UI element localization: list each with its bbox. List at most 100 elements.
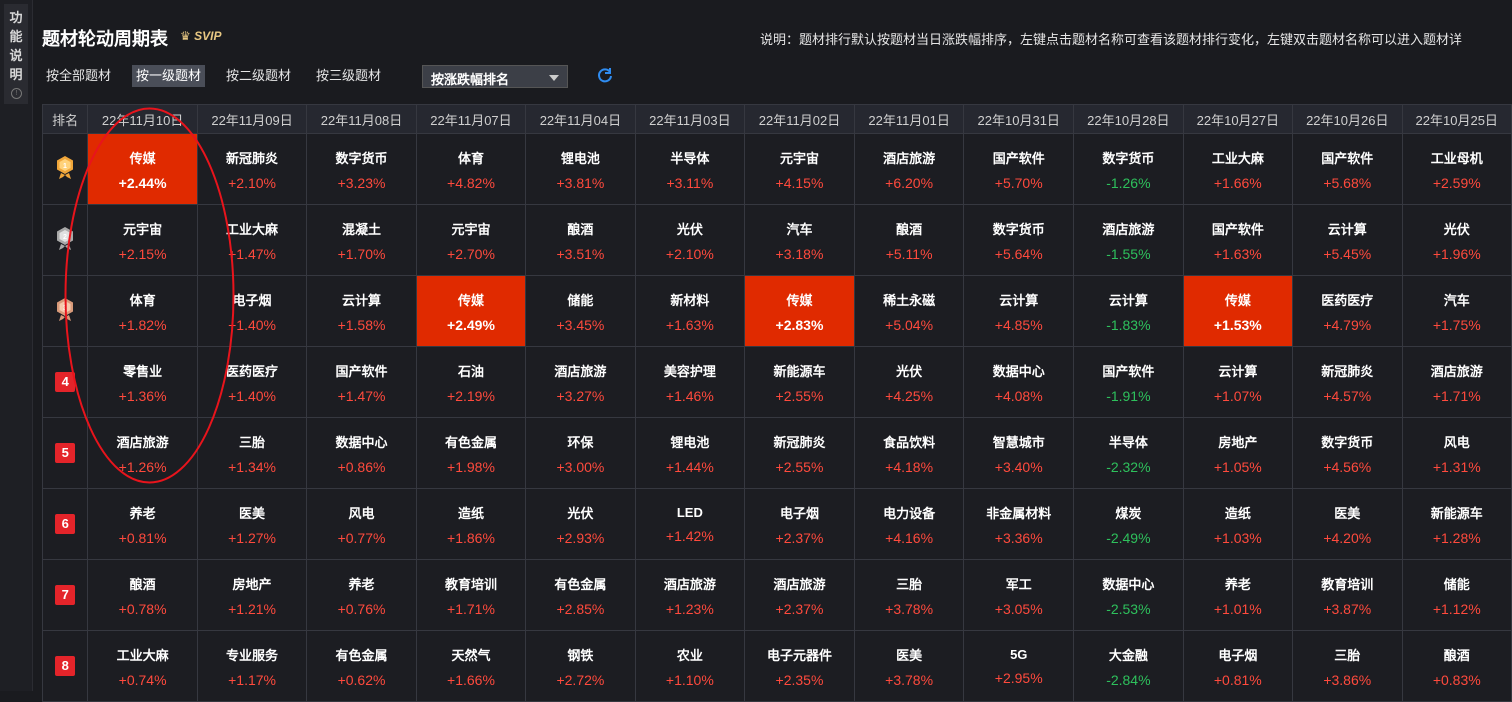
topic-name[interactable]: 医药医疗 <box>198 361 306 380</box>
topic-name[interactable]: 酿酒 <box>88 574 196 593</box>
topic-name[interactable]: 数字货币 <box>1074 148 1182 167</box>
topic-cell[interactable]: 煤炭 -2.49% <box>1073 488 1184 560</box>
topic-name[interactable]: 传媒 <box>417 290 525 309</box>
topic-cell[interactable]: 云计算 +5.45% <box>1292 204 1403 276</box>
topic-cell[interactable]: 元宇宙 +4.15% <box>744 133 855 205</box>
topic-name[interactable]: 酒店旅游 <box>1403 361 1512 380</box>
topic-name[interactable]: 酒店旅游 <box>526 361 634 380</box>
topic-cell[interactable]: 传媒 +2.83% <box>744 275 855 347</box>
topic-cell[interactable]: 元宇宙 +2.15% <box>87 204 198 276</box>
topic-cell[interactable]: 数据中心 +0.86% <box>306 417 417 489</box>
topic-name[interactable]: 5G <box>964 647 1073 662</box>
topic-name[interactable]: 电子烟 <box>198 290 306 309</box>
topic-name[interactable]: 养老 <box>1184 574 1292 593</box>
topic-name[interactable]: 智慧城市 <box>964 432 1073 451</box>
topic-cell[interactable]: 酒店旅游 +6.20% <box>853 133 965 205</box>
topic-cell[interactable]: 云计算 +4.85% <box>963 275 1075 347</box>
topic-name[interactable]: 工业大麻 <box>1184 148 1292 167</box>
topic-name[interactable]: 云计算 <box>307 290 415 309</box>
filter-level2-button[interactable]: 按二级题材 <box>222 65 295 87</box>
topic-cell[interactable]: 美容护理 +1.46% <box>634 346 746 418</box>
topic-cell[interactable]: 工业大麻 +1.47% <box>196 204 308 276</box>
topic-cell[interactable]: LED +1.42% <box>634 488 746 560</box>
topic-name[interactable]: 体育 <box>88 290 196 309</box>
topic-cell[interactable]: 锂电池 +1.44% <box>634 417 746 489</box>
topic-cell[interactable]: 新冠肺炎 +2.10% <box>196 133 308 205</box>
topic-cell[interactable]: 养老 +0.81% <box>87 488 198 560</box>
topic-name[interactable]: 房地产 <box>198 574 306 593</box>
topic-name[interactable]: 半导体 <box>1074 432 1182 451</box>
topic-cell[interactable]: 新能源车 +1.28% <box>1401 488 1512 560</box>
topic-name[interactable]: 电力设备 <box>855 503 963 522</box>
topic-name[interactable]: 养老 <box>88 503 196 522</box>
topic-cell[interactable]: 军工 +3.05% <box>963 559 1075 631</box>
topic-name[interactable]: 储能 <box>1403 574 1512 593</box>
topic-name[interactable]: 专业服务 <box>198 645 306 664</box>
topic-cell[interactable]: 云计算 -1.83% <box>1073 275 1184 347</box>
topic-cell[interactable]: 光伏 +2.10% <box>634 204 746 276</box>
topic-cell[interactable]: 光伏 +2.93% <box>525 488 636 560</box>
topic-name[interactable]: 新能源车 <box>1403 503 1512 522</box>
topic-name[interactable]: 风电 <box>1403 432 1512 451</box>
topic-name[interactable]: 混凝土 <box>307 219 415 238</box>
topic-name[interactable]: 体育 <box>417 148 525 167</box>
topic-cell[interactable]: 电子烟 +2.37% <box>744 488 855 560</box>
topic-name[interactable]: 风电 <box>307 503 415 522</box>
topic-cell[interactable]: 酿酒 +0.78% <box>87 559 198 631</box>
topic-name[interactable]: 食品饮料 <box>855 432 963 451</box>
topic-cell[interactable]: 酒店旅游 +1.71% <box>1401 346 1512 418</box>
topic-name[interactable]: 数字货币 <box>307 148 415 167</box>
topic-cell[interactable]: 造纸 +1.86% <box>415 488 527 560</box>
topic-cell[interactable]: 数据中心 -2.53% <box>1073 559 1184 631</box>
topic-cell[interactable]: 酒店旅游 +1.23% <box>634 559 746 631</box>
topic-cell[interactable]: 养老 +1.01% <box>1182 559 1294 631</box>
topic-name[interactable]: 美容护理 <box>636 361 744 380</box>
feature-help-tab[interactable]: 功能说明 ! <box>4 4 28 104</box>
topic-cell[interactable]: 酒店旅游 +1.26% <box>87 417 198 489</box>
topic-name[interactable]: 新冠肺炎 <box>198 148 306 167</box>
topic-cell[interactable]: 非金属材料 +3.36% <box>963 488 1075 560</box>
topic-name[interactable]: 电子元器件 <box>745 645 854 664</box>
topic-name[interactable]: 钢铁 <box>526 645 634 664</box>
topic-name[interactable]: 养老 <box>307 574 415 593</box>
topic-cell[interactable]: 数字货币 -1.26% <box>1073 133 1184 205</box>
topic-cell[interactable]: 云计算 +1.58% <box>306 275 417 347</box>
topic-name[interactable]: 云计算 <box>1293 219 1401 238</box>
topic-name[interactable]: 数据中心 <box>964 361 1073 380</box>
topic-name[interactable]: 国产软件 <box>1293 148 1401 167</box>
topic-cell[interactable]: 国产软件 +5.68% <box>1292 133 1403 205</box>
topic-cell[interactable]: 电力设备 +4.16% <box>853 488 965 560</box>
topic-name[interactable]: 工业大麻 <box>88 645 196 664</box>
topic-cell[interactable]: 传媒 +2.49% <box>415 275 527 347</box>
topic-name[interactable]: 新材料 <box>636 290 744 309</box>
topic-cell[interactable]: 医药医疗 +4.79% <box>1292 275 1403 347</box>
topic-name[interactable]: 酒店旅游 <box>855 148 963 167</box>
topic-name[interactable]: 有色金属 <box>417 432 525 451</box>
topic-cell[interactable]: 教育培训 +1.71% <box>415 559 527 631</box>
topic-name[interactable]: 光伏 <box>1403 219 1512 238</box>
topic-name[interactable]: 工业大麻 <box>198 219 306 238</box>
topic-cell[interactable]: 房地产 +1.21% <box>196 559 308 631</box>
topic-cell[interactable]: 元宇宙 +2.70% <box>415 204 527 276</box>
topic-name[interactable]: 元宇宙 <box>745 148 854 167</box>
topic-name[interactable]: 数据中心 <box>307 432 415 451</box>
topic-cell[interactable]: 房地产 +1.05% <box>1182 417 1294 489</box>
topic-cell[interactable]: 半导体 -2.32% <box>1073 417 1184 489</box>
topic-name[interactable]: 云计算 <box>964 290 1073 309</box>
topic-name[interactable]: 酒店旅游 <box>636 574 744 593</box>
topic-cell[interactable]: 酿酒 +3.51% <box>525 204 636 276</box>
topic-name[interactable]: 天然气 <box>417 645 525 664</box>
topic-name[interactable]: 有色金属 <box>307 645 415 664</box>
topic-cell[interactable]: 储能 +3.45% <box>525 275 636 347</box>
topic-name[interactable]: 造纸 <box>417 503 525 522</box>
topic-name[interactable]: 煤炭 <box>1074 503 1182 522</box>
filter-level3-button[interactable]: 按三级题材 <box>312 65 385 87</box>
topic-name[interactable]: 零售业 <box>88 361 196 380</box>
topic-cell[interactable]: 有色金属 +2.85% <box>525 559 636 631</box>
topic-name[interactable]: 医美 <box>198 503 306 522</box>
topic-cell[interactable]: 体育 +4.82% <box>415 133 527 205</box>
topic-cell[interactable]: 新冠肺炎 +2.55% <box>744 417 855 489</box>
filter-level1-button[interactable]: 按一级题材 <box>132 65 206 87</box>
topic-cell[interactable]: 三胎 +3.78% <box>853 559 965 631</box>
topic-name[interactable]: 三胎 <box>198 432 306 451</box>
